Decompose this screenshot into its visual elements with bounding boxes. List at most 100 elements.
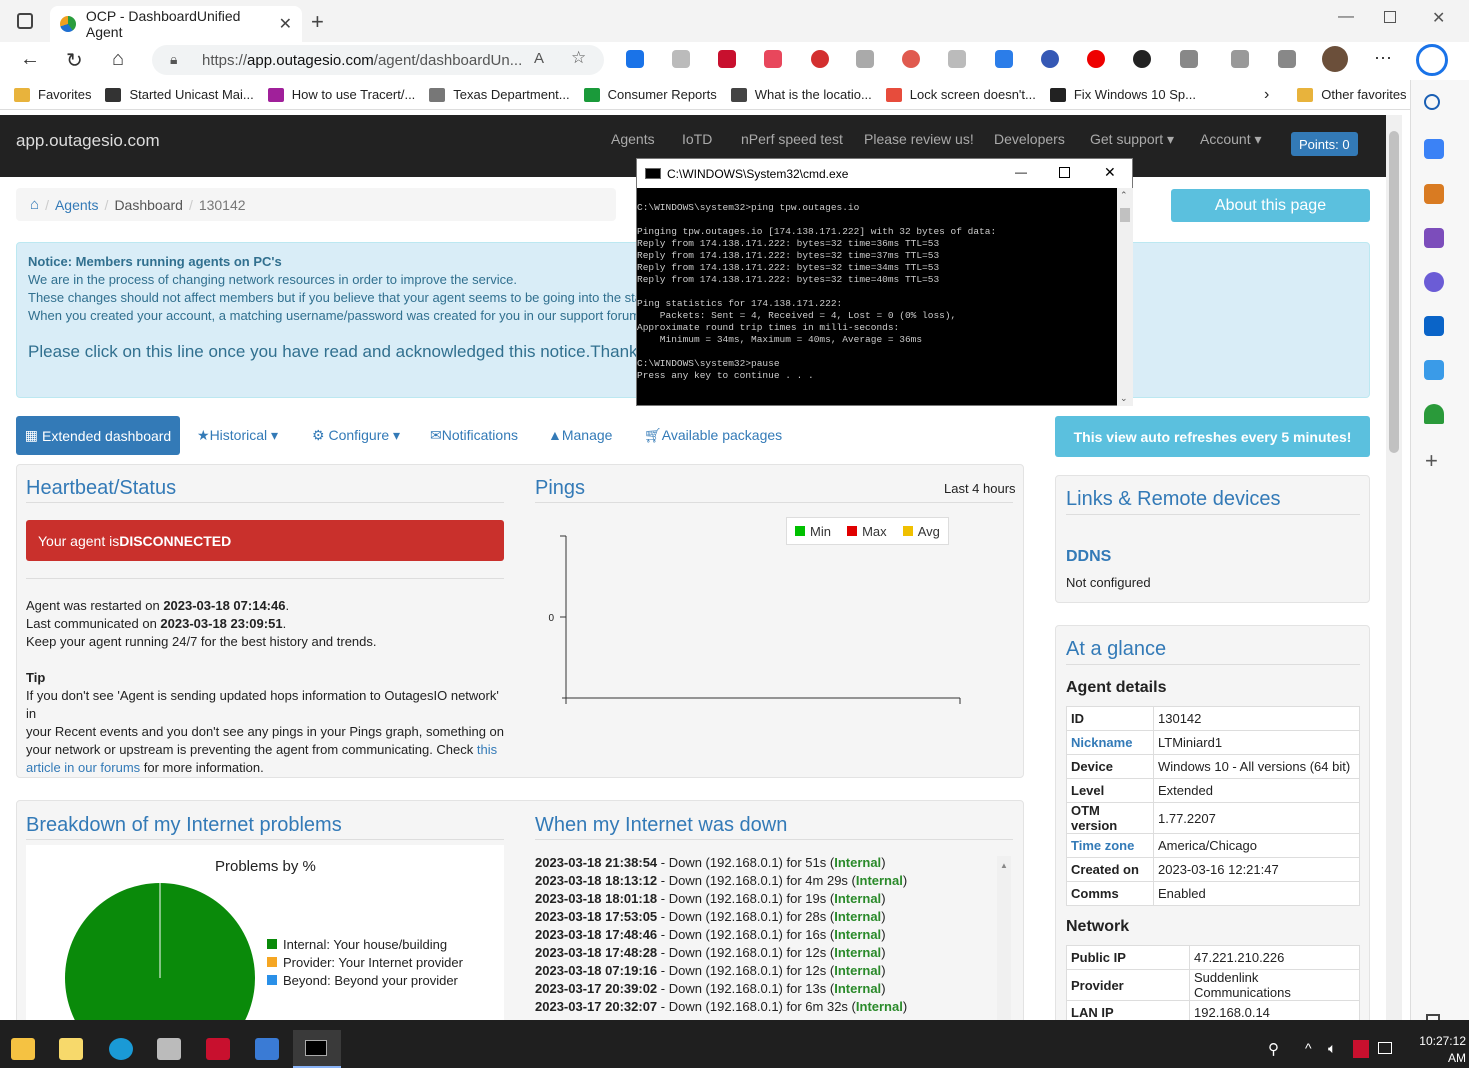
down-list-scrollbar[interactable]: ▲ — [997, 856, 1011, 1020]
minimize-icon[interactable]: — — [1338, 8, 1354, 26]
historical-menu[interactable]: ★Historical ▾ — [197, 427, 278, 444]
tab-actions-icon[interactable] — [17, 13, 33, 29]
scroll-up-icon[interactable]: ▲ — [1000, 861, 1008, 870]
detail-key[interactable]: Time zone — [1066, 833, 1154, 858]
cmd-close-icon[interactable]: ✕ — [1104, 164, 1116, 181]
available-packages-link[interactable]: 🛒︎Available packages — [644, 427, 782, 444]
extension-aperture-icon[interactable] — [1133, 50, 1151, 68]
extension-s-icon[interactable] — [672, 50, 690, 68]
extension-opera-icon[interactable] — [1087, 50, 1105, 68]
file-explorer-icon[interactable] — [11, 1038, 35, 1060]
favorite-item[interactable]: Started Unicast Mai... — [105, 87, 254, 102]
cmd-scrollbar[interactable]: ⌃ ⌄ — [1117, 188, 1133, 406]
mcafee-tray-icon[interactable] — [1353, 1040, 1369, 1058]
add-favorite-icon[interactable]: ☆ — [571, 48, 586, 68]
cmd-maximize-icon[interactable] — [1059, 167, 1070, 178]
favorite-item[interactable]: Fix Windows 10 Sp... — [1049, 87, 1196, 102]
favorite-item[interactable]: Consumer Reports — [583, 87, 717, 102]
lock-icon[interactable]: 🔒︎ — [170, 51, 177, 68]
other-favorites[interactable]: Other favorites — [1297, 87, 1407, 102]
cmd-minimize-icon[interactable]: — — [1015, 165, 1027, 179]
ddns-link[interactable]: DDNS — [1066, 548, 1111, 566]
extension-people-icon[interactable] — [948, 50, 966, 68]
extension-k-icon[interactable] — [856, 50, 874, 68]
home-icon[interactable]: ⌂ — [112, 48, 124, 71]
search-icon[interactable] — [1424, 94, 1440, 110]
bing-icon[interactable] — [1416, 44, 1448, 76]
points-badge[interactable]: Points: 0 — [1291, 132, 1358, 156]
scrollbar-thumb[interactable] — [1389, 131, 1399, 453]
cmd-titlebar[interactable]: C:\WINDOWS\System32\cmd.exe — ✕ — [637, 159, 1132, 188]
nav-account[interactable]: Account ▾ — [1200, 131, 1262, 148]
more-icon[interactable]: ⋯ — [1374, 48, 1392, 69]
office-icon[interactable] — [1424, 272, 1444, 292]
tip-link[interactable]: article in our forums — [26, 760, 140, 775]
games-icon[interactable] — [1424, 228, 1444, 248]
detail-key[interactable]: Nickname — [1066, 730, 1154, 755]
mail-icon[interactable] — [59, 1038, 83, 1060]
collections-icon[interactable] — [1278, 50, 1296, 68]
chevron-up-icon[interactable]: ^ — [1305, 1040, 1312, 1056]
site-brand[interactable]: app.outagesio.com — [16, 131, 160, 151]
toolbox-icon[interactable] — [1424, 184, 1444, 204]
notifications-link[interactable]: ✉Notifications — [430, 427, 518, 444]
cmd-output[interactable]: C:\WINDOWS\system32>ping tpw.outages.io … — [637, 202, 1117, 382]
nav-review[interactable]: Please review us! — [864, 131, 974, 147]
extensions-puzzle-icon[interactable] — [1180, 50, 1198, 68]
favorites-star-icon[interactable] — [1231, 50, 1249, 68]
extension-chat-icon[interactable] — [1041, 50, 1059, 68]
configure-menu[interactable]: ⚙ Configure ▾ — [312, 427, 400, 444]
breadcrumb-agents[interactable]: Agents — [55, 197, 99, 213]
cmd-taskbar-button[interactable] — [293, 1030, 341, 1068]
refresh-icon[interactable]: ↻ — [66, 48, 83, 73]
browser-tab[interactable]: OCP - DashboardUnified Agent ✕ — [50, 6, 302, 42]
extension-layers-icon[interactable] — [995, 50, 1013, 68]
edge-icon[interactable] — [109, 1038, 133, 1060]
profile-avatar[interactable] — [1322, 46, 1348, 72]
tree-icon[interactable] — [1424, 404, 1444, 424]
volume-icon[interactable]: 🔈︎ — [1328, 1040, 1336, 1057]
about-page-button[interactable]: About this page — [1171, 189, 1370, 222]
tab-close-icon[interactable]: ✕ — [279, 14, 292, 34]
favorite-item[interactable]: How to use Tracert/... — [267, 87, 415, 102]
extended-dashboard-button[interactable]: ▦ Extended dashboard — [16, 416, 180, 455]
nav-nperf[interactable]: nPerf speed test — [741, 131, 843, 147]
mcafee-icon[interactable] — [206, 1038, 230, 1060]
chevron-right-icon[interactable]: › — [1264, 86, 1269, 104]
back-icon[interactable]: ← — [20, 48, 40, 71]
extension-snowflake-icon[interactable] — [626, 50, 644, 68]
nav-agents[interactable]: Agents — [611, 131, 655, 147]
nav-iotd[interactable]: IoTD — [682, 131, 712, 147]
photos-icon[interactable] — [255, 1038, 279, 1060]
nav-developers[interactable]: Developers — [994, 131, 1065, 147]
add-sidebar-icon[interactable]: + — [1425, 448, 1438, 474]
home-icon[interactable]: ⌂ — [30, 196, 39, 213]
page-scrollbar[interactable] — [1386, 115, 1402, 1020]
shopping-tag-icon[interactable] — [1424, 139, 1444, 159]
cmd-window[interactable]: C:\WINDOWS\System32\cmd.exe — ✕ C:\WINDO… — [636, 158, 1133, 406]
favorite-item[interactable]: Texas Department... — [429, 87, 570, 102]
people-icon[interactable]: ⚲ — [1268, 1040, 1279, 1058]
scroll-up-icon[interactable]: ⌃ — [1120, 190, 1128, 201]
send-icon[interactable] — [1424, 360, 1444, 380]
read-aloud-icon[interactable]: A — [534, 50, 544, 67]
extension-circle-icon[interactable] — [902, 50, 920, 68]
new-tab-icon[interactable]: + — [311, 9, 324, 35]
close-window-icon[interactable]: ✕ — [1432, 8, 1445, 28]
network-tray-icon[interactable] — [1378, 1042, 1392, 1054]
maximize-icon[interactable] — [1384, 11, 1396, 23]
favorite-item[interactable]: What is the locatio... — [730, 87, 872, 102]
manage-link[interactable]: ▲Manage — [548, 427, 612, 443]
nav-get-support[interactable]: Get support ▾ — [1090, 131, 1174, 148]
outlook-icon[interactable] — [1424, 316, 1444, 336]
favorite-item[interactable]: Favorites — [14, 87, 91, 102]
scroll-down-icon[interactable]: ⌄ — [1120, 393, 1128, 404]
network-tool-icon[interactable] — [157, 1038, 181, 1060]
scrollbar-thumb[interactable] — [1120, 208, 1130, 222]
favorite-item[interactable]: Lock screen doesn't... — [885, 87, 1036, 102]
extension-shield-icon[interactable] — [764, 50, 782, 68]
tip-link[interactable]: this — [477, 742, 497, 757]
taskbar-clock[interactable]: 10:27:12 AM 3/19/2023 — [1402, 1033, 1466, 1084]
extension-mcafee-icon[interactable] — [718, 50, 736, 68]
extension-adblock-icon[interactable] — [811, 50, 829, 68]
